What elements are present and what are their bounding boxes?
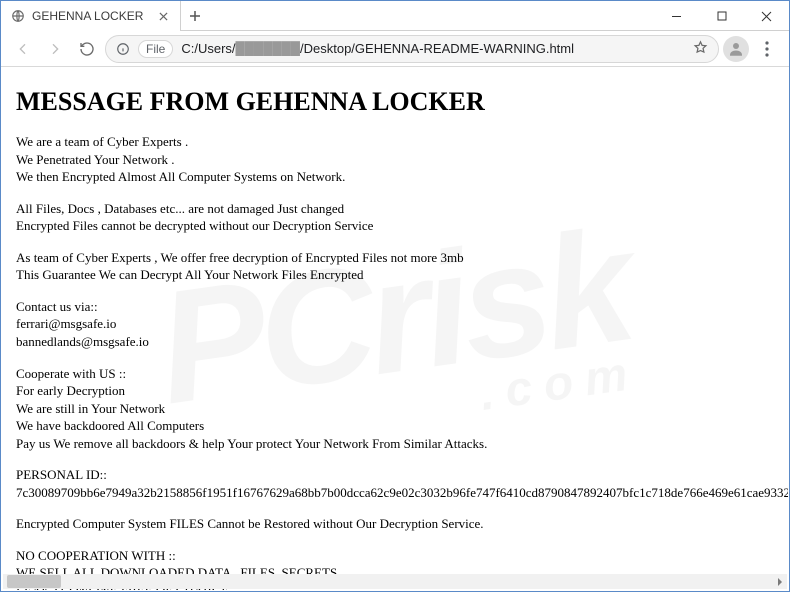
text-line: As team of Cyber Experts , We offer free… (16, 249, 774, 267)
text-line: We Penetrated Your Network . (16, 151, 774, 169)
maximize-button[interactable] (699, 1, 744, 31)
text-line: PERSONAL ID:: (16, 466, 774, 484)
browser-tab[interactable]: GEHENNA LOCKER (1, 1, 181, 31)
forward-button[interactable] (41, 35, 69, 63)
url-scheme-chip: File (138, 40, 173, 58)
personal-id: 7c30089709bb6e7949a32b2158856f1951f16767… (16, 484, 774, 502)
text-line: Encrypted Files cannot be decrypted with… (16, 217, 774, 235)
text-line: ferrari@msgsafe.io (16, 315, 774, 333)
close-tab-button[interactable] (156, 9, 170, 23)
url-text: C:/Users/███████/Desktop/GEHENNA-README-… (181, 41, 574, 56)
text-line: Encrypted Computer System FILES Cannot b… (16, 515, 774, 533)
browser-window: GEHENNA LOCKER (0, 0, 790, 592)
page-heading: MESSAGE FROM GEHENNA LOCKER (16, 84, 774, 119)
viewport: PCrisk .com MESSAGE FROM GEHENNA LOCKER … (2, 68, 788, 590)
profile-avatar[interactable] (723, 36, 749, 62)
new-tab-button[interactable] (181, 1, 209, 30)
globe-icon (11, 9, 25, 23)
back-button[interactable] (9, 35, 37, 63)
address-bar[interactable]: File C:/Users/███████/Desktop/GEHENNA-RE… (105, 35, 719, 63)
file-info-icon[interactable] (116, 42, 130, 56)
tab-title: GEHENNA LOCKER (32, 9, 149, 23)
scrollbar-thumb[interactable] (7, 575, 61, 588)
text-line: We are a team of Cyber Experts . (16, 133, 774, 151)
url-scheme-label: File (146, 42, 165, 56)
window-controls (654, 1, 789, 30)
toolbar: File C:/Users/███████/Desktop/GEHENNA-RE… (1, 31, 789, 67)
minimize-button[interactable] (654, 1, 699, 31)
scroll-right-icon[interactable] (772, 574, 787, 589)
text-line: Pay us We remove all backdoors & help Yo… (16, 435, 774, 453)
text-line: bannedlands@msgsafe.io (16, 333, 774, 351)
text-line: This Guarantee We can Decrypt All Your N… (16, 266, 774, 284)
horizontal-scrollbar[interactable] (3, 574, 787, 589)
paragraph-2: All Files, Docs , Databases etc... are n… (16, 200, 774, 235)
url-redacted: ███████ (236, 41, 300, 56)
page-content: MESSAGE FROM GEHENNA LOCKER We are a tea… (2, 68, 788, 590)
bookmark-star-icon[interactable] (693, 40, 708, 58)
url-path-suffix: /Desktop/GEHENNA-README-WARNING.html (300, 41, 574, 56)
text-line: NO COOPERATION WITH :: (16, 547, 774, 565)
paragraph-1: We are a team of Cyber Experts . We Pene… (16, 133, 774, 186)
paragraph-5: Cooperate with US :: For early Decryptio… (16, 365, 774, 453)
text-line: We have backdoored All Computers (16, 417, 774, 435)
kebab-menu-icon[interactable] (753, 35, 781, 63)
paragraph-6: PERSONAL ID:: 7c30089709bb6e7949a32b2158… (16, 466, 774, 501)
text-line: We then Encrypted Almost All Computer Sy… (16, 168, 774, 186)
text-line: Cooperate with US :: (16, 365, 774, 383)
paragraph-3: As team of Cyber Experts , We offer free… (16, 249, 774, 284)
close-window-button[interactable] (744, 1, 789, 31)
text-line: We are still in Your Network (16, 400, 774, 418)
text-line: Contact us via:: (16, 298, 774, 316)
reload-button[interactable] (73, 35, 101, 63)
paragraph-4: Contact us via:: ferrari@msgsafe.io bann… (16, 298, 774, 351)
text-line: For early Decryption (16, 382, 774, 400)
text-line: All Files, Docs , Databases etc... are n… (16, 200, 774, 218)
titlebar-spacer (209, 1, 654, 30)
titlebar: GEHENNA LOCKER (1, 1, 789, 31)
url-path-prefix: C:/Users/ (181, 41, 235, 56)
paragraph-7: Encrypted Computer System FILES Cannot b… (16, 515, 774, 533)
